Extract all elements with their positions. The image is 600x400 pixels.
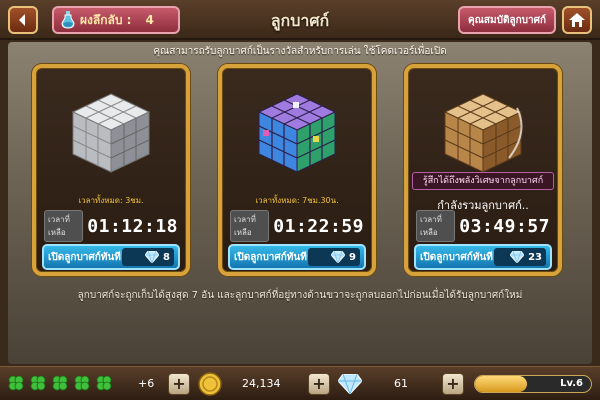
- timer-row: เวลาที่เหลือ 01:12:18: [44, 210, 178, 242]
- total-time-text: เวลาทั้งหมด: 3ชม.: [78, 196, 144, 205]
- timer-row: เวลาที่เหลือ 01:22:59: [230, 210, 364, 242]
- diamond-cost: 23: [528, 251, 542, 263]
- level-progress-fill: [475, 376, 528, 392]
- timer-row: เวลาที่เหลือ 03:49:57: [416, 210, 550, 242]
- total-time-text: เวลาทั้งหมด: 7ชม.30น.: [255, 196, 339, 205]
- clover-icon: [96, 375, 112, 391]
- coin-balance: 24,134: [242, 377, 281, 390]
- diamond-icon: [145, 251, 160, 263]
- cube-card-silver: เวลาทั้งหมด: 3ชม. เวลาที่เหลือ 01:12:18 …: [32, 64, 190, 276]
- crystal-cube-icon: [257, 93, 337, 173]
- info-text: คุณสามารถรับลูกบาศก์เป็นรางวัลสำหรับการเ…: [153, 46, 447, 57]
- cube-card-crystal: เวลาทั้งหมด: 7ชม.30น. เวลาที่เหลือ 01:22…: [218, 64, 376, 276]
- countdown-timer: 01:12:18: [87, 215, 178, 237]
- open-now-button[interactable]: เปิดลูกบาศก์ทันที 23: [414, 244, 552, 270]
- countdown-timer: 01:22:59: [273, 215, 364, 237]
- top-bar: ผงลึกลับ : 4 ลูกบาศก์ คุณสมบัติลูกบาศก์: [0, 0, 600, 40]
- home-button[interactable]: [562, 6, 592, 34]
- diamond-cost: 8: [163, 251, 170, 263]
- cost-pill: 23: [494, 248, 546, 266]
- golden-cube-icon: [443, 93, 523, 173]
- diamond-icon: [338, 374, 362, 394]
- add-coins-button[interactable]: +: [308, 373, 330, 395]
- clover-icon: [52, 375, 68, 391]
- open-now-label: เปิดลูกบาศก์ทันที: [420, 251, 493, 263]
- open-now-button[interactable]: เปิดลูกบาศก์ทันที 9: [228, 244, 366, 270]
- add-clover-button[interactable]: +: [168, 373, 190, 395]
- diamond-cost: 9: [349, 251, 356, 263]
- clover-icon: [74, 375, 90, 391]
- diamond-icon: [510, 251, 525, 263]
- level-progress-bar: Lv.6: [474, 375, 592, 393]
- countdown-timer: 03:49:57: [459, 215, 550, 237]
- diamond-balance: 61: [394, 377, 408, 390]
- open-now-label: เปิดลูกบาศก์ทันที: [234, 251, 307, 263]
- clover-icon: [8, 375, 24, 391]
- add-diamonds-button[interactable]: +: [442, 373, 464, 395]
- time-left-label: เวลาที่เหลือ: [44, 210, 84, 242]
- cube-panel: คุณสามารถรับลูกบาศก์เป็นรางวัลสำหรับการเ…: [8, 42, 592, 364]
- home-icon: [569, 13, 585, 27]
- diamond-icon: [331, 251, 346, 263]
- cost-pill: 9: [308, 248, 360, 266]
- open-now-button[interactable]: เปิดลูกบาศก์ทันที 8: [42, 244, 180, 270]
- storage-limit-note: ลูกบาศก์จะถูกเก็บได้สูงสุด 7 อัน และลูกบ…: [77, 290, 523, 301]
- bottom-bar: +6 + 24,134 + 61 + Lv.6: [0, 366, 600, 400]
- cost-pill: 8: [122, 248, 174, 266]
- silver-cube-icon: [71, 93, 151, 173]
- level-label: Lv.6: [560, 378, 583, 389]
- clover-extra-count: +6: [138, 377, 155, 390]
- magic-power-banner: รู้สึกได้ถึงพลังวิเศษจากลูกบาศก์: [412, 172, 554, 190]
- cube-properties-button[interactable]: คุณสมบัติลูกบาศก์: [458, 6, 556, 34]
- time-left-label: เวลาที่เหลือ: [416, 210, 456, 242]
- cube-art: [230, 76, 364, 188]
- time-left-label: เวลาที่เหลือ: [230, 210, 270, 242]
- open-now-label: เปิดลูกบาศก์ทันที: [48, 251, 121, 263]
- clover-row: [6, 373, 114, 393]
- clover-icon: [30, 375, 46, 391]
- cube-art: [44, 76, 178, 188]
- cube-card-golden: รู้สึกได้ถึงพลังวิเศษจากลูกบาศก์ กำลังรว…: [404, 64, 562, 276]
- coin-icon: [198, 372, 222, 396]
